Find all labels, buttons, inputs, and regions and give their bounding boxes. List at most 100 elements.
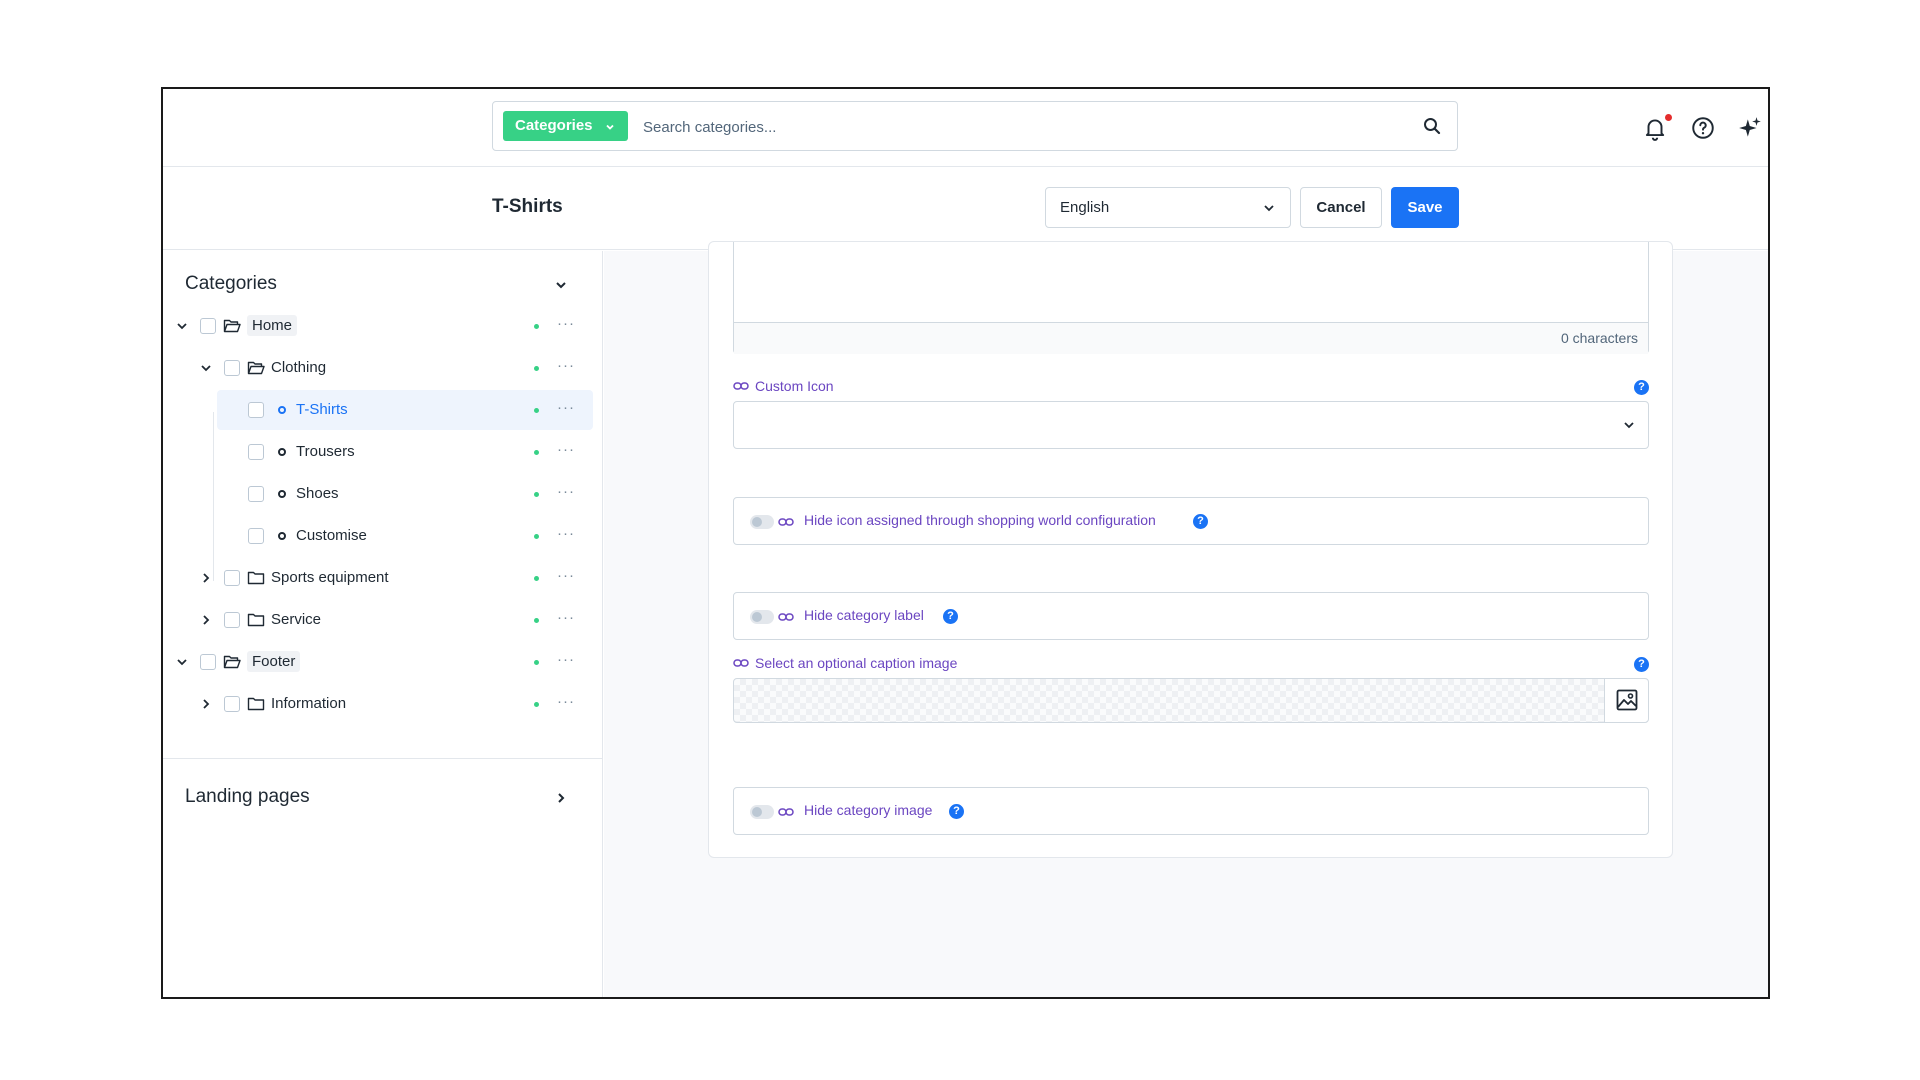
character-count: 0 characters (734, 322, 1648, 354)
chevron-down-icon (605, 111, 615, 141)
tree-item-home[interactable]: Home ··· (163, 306, 603, 346)
folder-open-icon (223, 655, 241, 669)
help-icon[interactable]: ? (949, 804, 964, 819)
hide-image-toggle-row: Hide category image ? (733, 787, 1649, 835)
tree-checkbox[interactable] (248, 402, 264, 418)
hide-image-label: Hide category image (804, 802, 933, 818)
link-icon (778, 808, 794, 816)
image-picker-button[interactable] (1604, 679, 1648, 722)
chevron-right-icon[interactable] (199, 571, 213, 585)
tree-item-trousers[interactable]: Trousers ··· (163, 432, 603, 472)
caption-image-field[interactable] (733, 678, 1649, 723)
tree-item-clothing[interactable]: Clothing ··· (163, 348, 603, 388)
tree-item-label: Sports equipment (271, 569, 389, 586)
more-options-icon[interactable]: ··· (557, 483, 575, 500)
chevron-down-icon[interactable] (175, 655, 189, 669)
language-value: English (1060, 199, 1110, 216)
status-dot (534, 324, 539, 329)
tree-item-label: Home (247, 315, 298, 336)
language-select[interactable]: English (1045, 187, 1291, 228)
chevron-right-icon[interactable] (553, 790, 569, 806)
caption-image-label-text: Select an optional caption image (755, 655, 958, 671)
chevron-down-icon[interactable] (199, 361, 213, 375)
header-bar: T-Shirts English Cancel Save (163, 168, 1768, 250)
tree-item-sports-equipment[interactable]: Sports equipment ··· (163, 558, 603, 598)
help-icon[interactable]: ? (943, 609, 958, 624)
top-bar: Categories (163, 89, 1768, 167)
more-options-icon[interactable]: ··· (557, 357, 575, 374)
more-options-icon[interactable]: ··· (557, 567, 575, 584)
bell-icon[interactable] (1642, 115, 1668, 141)
more-options-icon[interactable]: ··· (557, 651, 575, 668)
folder-open-icon (247, 361, 265, 375)
tree-item-label: Clothing (271, 359, 327, 376)
tree-item-customise[interactable]: Customise ··· (163, 516, 603, 556)
hide-icon-toggle-row: Hide icon assigned through shopping worl… (733, 497, 1649, 545)
search-input[interactable] (643, 112, 1403, 142)
tree-checkbox[interactable] (200, 654, 216, 670)
chevron-right-icon[interactable] (199, 613, 213, 627)
status-dot (534, 450, 539, 455)
more-options-icon[interactable]: ··· (557, 441, 575, 458)
custom-icon-label: Custom Icon (733, 378, 834, 394)
tree-checkbox[interactable] (224, 360, 240, 376)
link-icon (733, 659, 749, 668)
folder-icon (247, 571, 265, 585)
search-type-label: Categories (515, 117, 593, 134)
search-type-dropdown[interactable]: Categories (503, 111, 628, 141)
link-icon (733, 382, 749, 391)
more-options-icon[interactable]: ··· (557, 693, 575, 710)
landing-pages-heading[interactable]: Landing pages (185, 786, 310, 808)
save-button[interactable]: Save (1391, 187, 1459, 228)
chevron-down-icon[interactable] (175, 319, 189, 333)
tree-checkbox[interactable] (248, 528, 264, 544)
link-icon (778, 518, 794, 526)
help-icon[interactable]: ? (1634, 657, 1649, 672)
tree-checkbox[interactable] (224, 570, 240, 586)
chevron-down-icon (1264, 205, 1274, 212)
more-options-icon[interactable]: ··· (557, 399, 575, 416)
chevron-down-icon[interactable] (553, 277, 569, 293)
more-options-icon[interactable]: ··· (557, 525, 575, 542)
caption-image-label: Select an optional caption image (733, 655, 957, 671)
more-options-icon[interactable]: ··· (557, 315, 575, 332)
description-textarea[interactable]: 0 characters (733, 242, 1649, 354)
help-icon[interactable] (1690, 115, 1716, 141)
hide-label-switch[interactable] (750, 610, 774, 624)
tree-item-label: Trousers (296, 443, 355, 460)
status-dot (534, 408, 539, 413)
sparkles-icon[interactable] (1737, 115, 1763, 141)
help-icon[interactable]: ? (1193, 514, 1208, 529)
search-bar: Categories (492, 101, 1458, 151)
tree-item-t-shirts[interactable]: T-Shirts ··· (217, 390, 593, 430)
tree-item-shoes[interactable]: Shoes ··· (163, 474, 603, 514)
help-icon[interactable]: ? (1634, 380, 1649, 395)
hide-image-switch[interactable] (750, 805, 774, 819)
main-content: 0 characters Custom Icon ? Hide icon ass… (604, 241, 1768, 997)
cancel-button[interactable]: Cancel (1300, 187, 1382, 228)
folder-open-icon (223, 319, 241, 333)
chevron-right-icon[interactable] (199, 697, 213, 711)
sidebar-heading: Categories (185, 273, 277, 294)
leaf-node-icon (278, 490, 286, 498)
search-icon[interactable] (1423, 117, 1441, 135)
tree-checkbox[interactable] (224, 696, 240, 712)
notification-dot (1665, 114, 1672, 121)
sidebar-divider (163, 758, 603, 759)
tree-item-label: Footer (247, 651, 301, 672)
tree-item-service[interactable]: Service ··· (163, 600, 603, 640)
status-dot (534, 660, 539, 665)
more-options-icon[interactable]: ··· (557, 609, 575, 626)
status-dot (534, 366, 539, 371)
tree-checkbox[interactable] (224, 612, 240, 628)
hide-label-toggle-row: Hide category label ? (733, 592, 1649, 640)
status-dot (534, 492, 539, 497)
tree-item-information[interactable]: Information ··· (163, 684, 603, 724)
tree-checkbox[interactable] (200, 318, 216, 334)
status-dot (534, 576, 539, 581)
tree-checkbox[interactable] (248, 486, 264, 502)
tree-checkbox[interactable] (248, 444, 264, 460)
hide-icon-switch[interactable] (750, 515, 774, 529)
custom-icon-select[interactable] (733, 401, 1649, 449)
tree-item-footer[interactable]: Footer ··· (163, 642, 603, 682)
